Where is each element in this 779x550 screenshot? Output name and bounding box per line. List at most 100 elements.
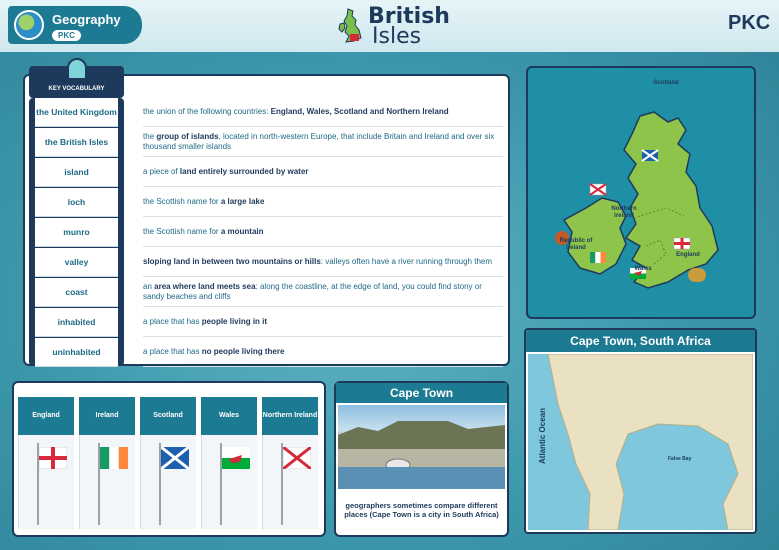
cape-town-photo-title: Cape Town bbox=[336, 383, 507, 403]
vocab-row: valley sloping land in between two mounta… bbox=[33, 248, 503, 278]
page-title-line2: Isles bbox=[372, 24, 422, 49]
vocab-definition: a piece of land entirely surrounded by w… bbox=[143, 158, 503, 187]
def-bold: area where land meets sea bbox=[154, 282, 256, 291]
def-text: the Scottish name for bbox=[143, 197, 221, 206]
def-text: a place that has bbox=[143, 317, 202, 326]
map-flag-scotland bbox=[641, 149, 659, 162]
map-label-wales: Wales bbox=[634, 266, 652, 272]
map-flag-ireland bbox=[590, 252, 606, 263]
vocab-definition: the group of islands, located in north-w… bbox=[143, 128, 503, 157]
subject-tag: PKC bbox=[52, 30, 81, 41]
key-vocabulary-label: KEY VOCABULARY bbox=[48, 86, 105, 92]
map-label-republic-of-ireland: Republic of Ireland bbox=[559, 238, 593, 251]
flag-country-name: England bbox=[18, 397, 74, 435]
flags-panel: England Ireland Scotland Wales Northern Irel… bbox=[12, 381, 326, 537]
cape-town-photo-panel: Cape Town geographers sometimes compare … bbox=[334, 381, 509, 537]
key-vocabulary-badge: KEY VOCABULARY bbox=[29, 58, 124, 98]
flag-cell bbox=[201, 435, 257, 529]
vocab-definition: the Scottish name for a mountain bbox=[143, 218, 503, 247]
globe-pin-icon bbox=[14, 10, 44, 40]
flag-column: England bbox=[18, 397, 74, 529]
england-flag-icon bbox=[39, 447, 67, 469]
vocab-definition: an area where land meets sea: along the … bbox=[143, 278, 503, 307]
def-text: the Scottish name for bbox=[143, 227, 221, 236]
flag-country-name: Ireland bbox=[79, 397, 135, 435]
def-bold: a large lake bbox=[220, 197, 265, 206]
def-text: the bbox=[143, 132, 157, 141]
peninsula-drawing bbox=[547, 353, 754, 531]
ireland-flag-icon bbox=[100, 447, 128, 469]
book-icon bbox=[67, 58, 87, 80]
vocab-definition: a place that has people living in it bbox=[143, 308, 503, 337]
pkc-logo: PKC bbox=[728, 12, 771, 34]
flag-cell bbox=[18, 435, 74, 529]
vocab-term: the British Isles bbox=[35, 128, 118, 157]
def-text: an bbox=[143, 282, 155, 291]
vocab-row: inhabited a place that has people living … bbox=[33, 308, 503, 338]
vocab-term: uninhabited bbox=[35, 338, 118, 367]
vocab-definition: the union of the following countries: En… bbox=[143, 98, 503, 127]
great-britain-shape bbox=[623, 111, 719, 289]
vocab-term: inhabited bbox=[35, 308, 118, 337]
map-flag-northern-ireland bbox=[589, 183, 607, 196]
def-bold: England, Wales, Scotland and Northern Ir… bbox=[270, 107, 449, 116]
cape-town-map-panel: Cape Town, South Africa Atlantic Ocean F… bbox=[524, 328, 757, 534]
vocab-definition: the Scottish name for a large lake bbox=[143, 188, 503, 217]
def-text: a place that has bbox=[143, 347, 202, 356]
def-bold: group of islands bbox=[156, 132, 219, 141]
vocab-definition: sloping land in between two mountains or… bbox=[143, 248, 503, 277]
vocab-term: valley bbox=[35, 248, 118, 277]
def-bold: sloping land in between two mountains or… bbox=[143, 257, 321, 266]
cape-town-map: Atlantic Ocean False Bay bbox=[528, 353, 754, 531]
flag-column: Wales bbox=[201, 397, 257, 529]
cape-town-map-title: Cape Town, South Africa bbox=[526, 330, 755, 352]
cape-town-photo bbox=[338, 405, 505, 489]
atlantic-ocean-label: Atlantic Ocean bbox=[538, 407, 547, 464]
flag-cell bbox=[262, 435, 318, 529]
flag-country-name: Northern Ireland bbox=[262, 397, 318, 435]
def-text: a piece of bbox=[143, 167, 180, 176]
vocab-term: the United Kingdom bbox=[35, 98, 118, 127]
map-drawing bbox=[555, 111, 719, 289]
vocab-term: munro bbox=[35, 218, 118, 247]
map-label-northern-ireland: Northern Ireland bbox=[611, 206, 637, 219]
british-isles-map: Scotland Northern Ireland Republic of Ir… bbox=[526, 66, 756, 319]
cape-town-caption: geographers sometimes compare different … bbox=[344, 501, 499, 519]
vocab-term: island bbox=[35, 158, 118, 187]
vocab-row: island a piece of land entirely surrounde… bbox=[33, 158, 503, 188]
vocab-term: coast bbox=[35, 278, 118, 307]
scotland-flag-icon bbox=[161, 447, 189, 469]
vocab-row: loch the Scottish name for a large lake bbox=[33, 188, 503, 218]
flag-cell bbox=[140, 435, 196, 529]
wales-flag-icon bbox=[222, 447, 250, 469]
vocab-row: the United Kingdom the union of the follo… bbox=[33, 98, 503, 128]
flag-country-name: Wales bbox=[201, 397, 257, 435]
map-label-england: England bbox=[676, 252, 700, 258]
def-text: the union of the following countries: bbox=[143, 107, 271, 116]
vocabulary-panel: KEY VOCABULARY the United Kingdom the uni… bbox=[23, 58, 510, 368]
uk-map-icon bbox=[338, 8, 362, 43]
northern-ireland-flag-icon bbox=[283, 447, 311, 469]
vocab-row: uninhabited a place that has no people li… bbox=[33, 338, 503, 368]
vocab-definition: a place that has no people living there bbox=[143, 338, 503, 367]
flag-column: Scotland bbox=[140, 397, 196, 529]
london-eye-figure bbox=[688, 268, 706, 282]
def-bold: people living in it bbox=[201, 317, 268, 326]
vocab-row: coast an area where land meets sea: along… bbox=[33, 278, 503, 308]
map-flag-england bbox=[673, 237, 691, 250]
vocab-row: munro the Scottish name for a mountain bbox=[33, 218, 503, 248]
subject-title: Geography bbox=[52, 12, 121, 27]
flag-country-name: Scotland bbox=[140, 397, 196, 435]
vocab-row: the British Isles the group of islands, l… bbox=[33, 128, 503, 158]
flag-column: Ireland bbox=[79, 397, 135, 529]
map-label-scotland: Scotland bbox=[653, 80, 679, 86]
vocab-term: loch bbox=[35, 188, 118, 217]
subject-badge[interactable]: Geography PKC bbox=[8, 6, 142, 44]
def-bold: a mountain bbox=[220, 227, 264, 236]
false-bay-label: False Bay bbox=[668, 456, 692, 462]
flag-column: Northern Ireland bbox=[262, 397, 318, 529]
def-bold: no people living there bbox=[201, 347, 285, 356]
flag-cell bbox=[79, 435, 135, 529]
def-tail: : valleys often have a river running thr… bbox=[320, 257, 493, 266]
def-bold: land entirely surrounded by water bbox=[179, 167, 309, 176]
